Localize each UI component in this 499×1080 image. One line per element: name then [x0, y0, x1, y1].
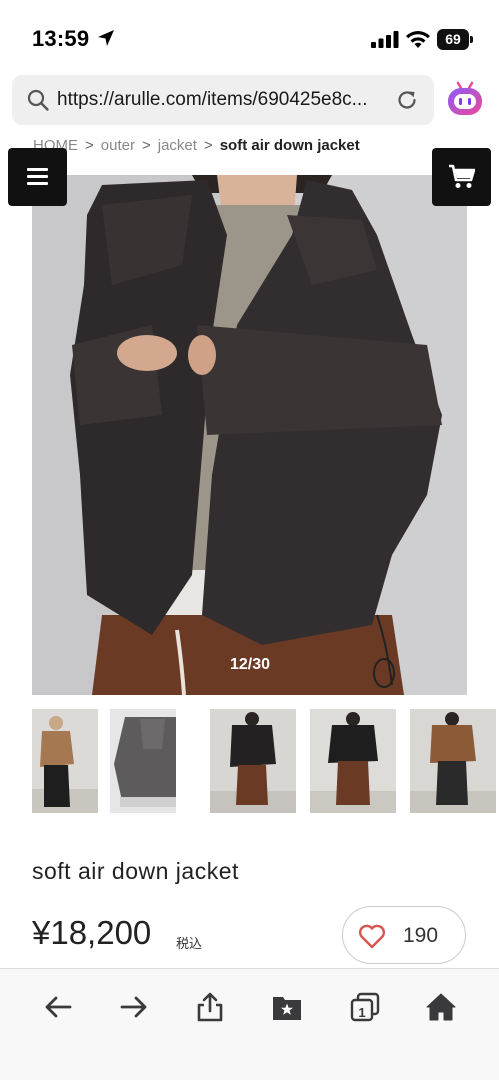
thumbnail[interactable] [310, 709, 396, 813]
forward-icon[interactable] [118, 991, 150, 1023]
location-arrow-icon [98, 30, 114, 46]
tax-label: 税込 [176, 936, 203, 951]
status-bar: 13:59 69 [0, 0, 499, 70]
like-button[interactable]: 190 [342, 906, 466, 964]
back-icon[interactable] [42, 991, 74, 1023]
breadcrumb-separator: > [141, 137, 151, 154]
bookmarks-icon[interactable] [271, 991, 303, 1023]
share-icon[interactable] [194, 991, 226, 1023]
menu-icon [27, 182, 48, 185]
battery-level: 69 [437, 29, 469, 50]
cart-button[interactable] [432, 148, 491, 206]
product-title: soft air down jacket [32, 858, 239, 884]
battery-tip [470, 36, 473, 43]
menu-icon [27, 168, 48, 171]
home-icon[interactable] [425, 991, 457, 1023]
thumbnail[interactable] [210, 709, 296, 813]
breadcrumb-outer[interactable]: outer [101, 136, 135, 156]
breadcrumb-separator: > [85, 137, 94, 154]
breadcrumb-jacket[interactable]: jacket [158, 136, 197, 156]
cart-icon [449, 164, 475, 188]
thumbnail-strip [32, 709, 499, 813]
url-text[interactable]: https://arulle.com/items/690425e8c... [57, 88, 387, 112]
thumbnail[interactable] [32, 709, 98, 813]
thumbnail[interactable] [110, 709, 176, 813]
like-count: 190 [403, 924, 439, 947]
status-time: 13:59 [32, 26, 90, 51]
signal-icon [371, 31, 399, 48]
thumbnail[interactable] [410, 709, 496, 813]
image-counter: 12/30 [229, 656, 271, 673]
menu-button[interactable] [8, 148, 67, 206]
reload-icon[interactable] [395, 88, 419, 112]
assistant-icon[interactable] [446, 80, 484, 118]
breadcrumb: HOME > outer > jacket > soft air down jacket [33, 136, 360, 158]
breadcrumb-current: soft air down jacket [219, 137, 360, 154]
heart-icon [358, 924, 386, 949]
menu-icon [27, 175, 48, 178]
browser-toolbar: 1 [0, 968, 499, 1080]
product-photo [32, 175, 467, 695]
wifi-icon [406, 31, 430, 48]
address-bar[interactable]: https://arulle.com/items/690425e8c... [12, 75, 434, 125]
breadcrumb-separator: > [203, 137, 213, 154]
tabs-count: 1 [358, 1005, 366, 1020]
product-price: ¥18,200 [32, 914, 152, 951]
battery-icon: 69 [437, 29, 473, 50]
product-main-image[interactable] [32, 175, 467, 695]
search-icon [27, 89, 49, 111]
